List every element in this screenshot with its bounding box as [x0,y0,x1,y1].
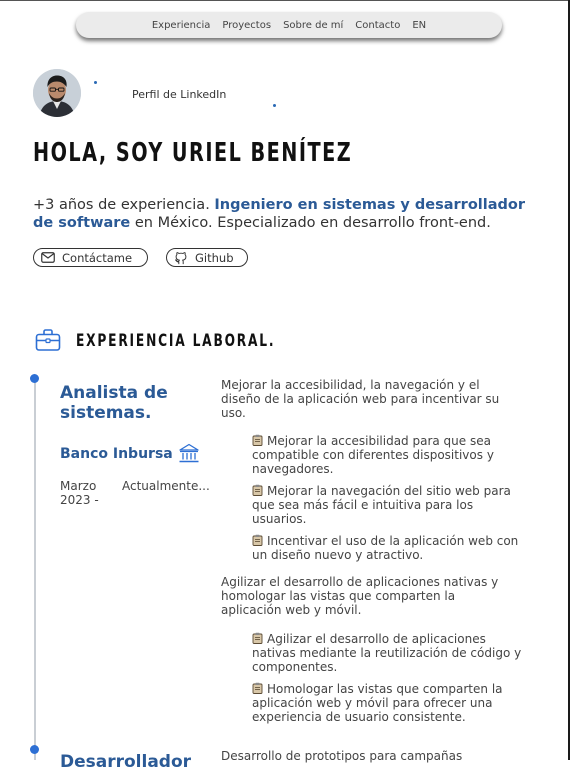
decorative-dot [273,104,276,107]
github-button[interactable]: Github [166,248,248,267]
github-button-label: Github [195,250,234,265]
job-bullet-text: Homologar las vistas que comparten la ap… [252,682,503,724]
job-end-date: Actualmente... [122,479,210,493]
profile-avatar[interactable] [33,69,81,117]
language-toggle-en[interactable]: EN [412,20,426,31]
avatar-illustration [33,69,81,117]
timeline-dot [30,745,39,754]
hero-intro: +3 años de experiencia. Ingeniero en sis… [33,196,543,232]
job-bullet-text: Agilizar el desarrollo de aplicaciones n… [252,632,522,674]
job-bullet: Mejorar la accesibilidad para que sea co… [252,434,527,476]
briefcase-icon [35,329,61,351]
job-bullet: Agilizar el desarrollo de aplicaciones n… [252,632,527,674]
bank-icon [179,443,199,463]
hero-title: HOLA, SOY URIEL BENÍTEZ [33,138,353,168]
job-bullet-text: Incentivar el uso de la aplicación web c… [252,534,519,562]
company-name: Banco Inbursa [60,446,173,462]
intro-tail: en México. Especializado en desarrollo f… [130,215,491,231]
timeline-dot [30,374,39,383]
job-start-date: Marzo 2023 - [60,479,99,507]
github-icon [175,251,187,264]
job-bullet: Incentivar el uso de la aplicación web c… [252,534,527,562]
nav-link-sobre-de-mi[interactable]: Sobre de mí [283,20,343,31]
nav-link-contacto[interactable]: Contacto [355,20,400,31]
decorative-dot [94,81,97,84]
contact-button[interactable]: Contáctame [33,248,148,267]
nav-link-proyectos[interactable]: Proyectos [222,20,271,31]
nav-link-experiencia[interactable]: Experiencia [152,20,211,31]
experience-section-title: EXPERIENCIA LABORAL. [76,331,276,351]
mail-icon [41,252,55,263]
intro-lead: +3 años de experiencia. [33,197,215,213]
clipboard-icon [252,632,263,644]
job-summary: Desarrollo de prototipos para campañas [221,749,463,763]
job-bullet-text: Mejorar la navegación del sitio web para… [252,484,511,526]
linkedin-profile-link[interactable]: Perfil de LinkedIn [132,88,226,101]
job-title: Analista de sistemas. [60,383,168,423]
job-summary: Mejorar la accesibilidad, la navegación … [221,378,500,420]
contact-button-label: Contáctame [62,250,133,265]
clipboard-icon [252,682,263,694]
job-bullet: Mejorar la navegación del sitio web para… [252,484,527,526]
job-title: Desarrollador [60,752,192,772]
timeline-line [34,378,36,760]
job-bullet-text: Mejorar la accesibilidad para que sea co… [252,434,494,476]
clipboard-icon [252,484,263,496]
clipboard-icon [252,434,263,446]
job-summary: Agilizar el desarrollo de aplicaciones n… [221,575,499,617]
window-top-border [0,0,570,1]
job-bullet: Homologar las vistas que comparten la ap… [252,682,527,724]
top-navbar: Experiencia Proyectos Sobre de mí Contac… [76,12,502,38]
clipboard-icon [252,534,263,546]
